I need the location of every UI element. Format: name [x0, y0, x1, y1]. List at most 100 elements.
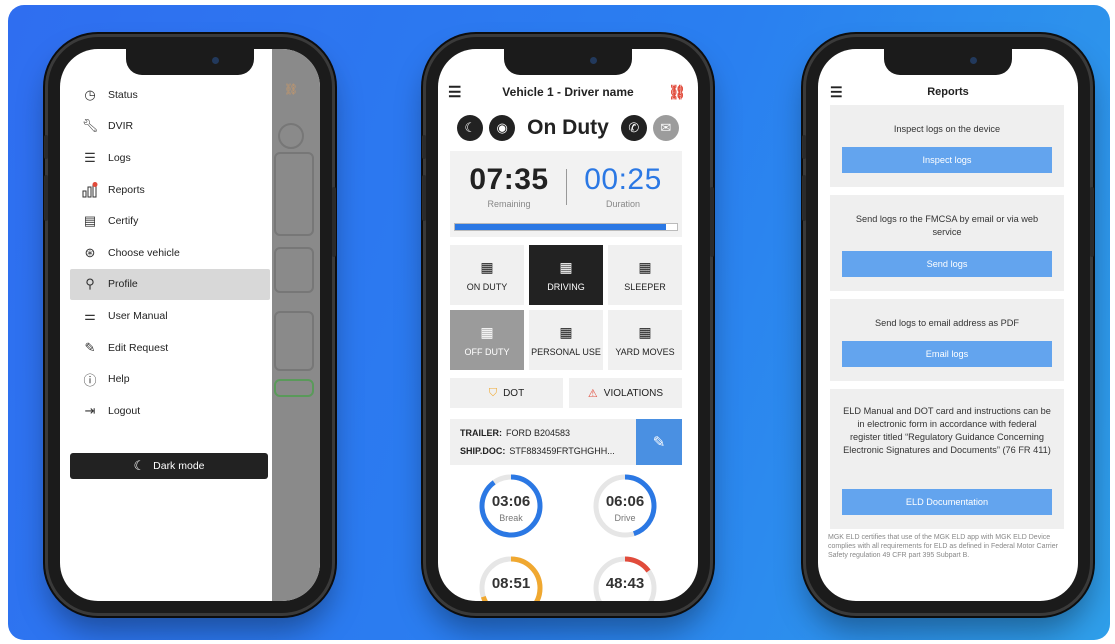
- violations-label: VIOLATIONS: [603, 387, 664, 399]
- drive-time: 06:06: [605, 493, 645, 510]
- phone-button: [710, 187, 714, 257]
- menu-item-profile[interactable]: ⚲ Profile: [70, 268, 270, 301]
- hamburger-menu-icon[interactable]: ☰: [830, 84, 843, 101]
- certification-footer: MGK ELD certifies that use of the MGK EL…: [828, 534, 1058, 559]
- drive-gauge: 06:06 Drive: [592, 473, 658, 539]
- trailer-value: FORD B204583: [506, 428, 571, 438]
- duty-label: PERSONAL USE: [531, 346, 601, 357]
- phone-button: [802, 175, 806, 221]
- dark-mode-label: Dark mode: [153, 460, 205, 472]
- card-text: Send logs ro the FMCSA by email or via w…: [855, 214, 1039, 237]
- connection-link-icon[interactable]: ⛓: [668, 84, 686, 101]
- break-time: 03:06: [491, 493, 531, 510]
- duration-time: 00:25: [584, 163, 662, 196]
- menu-item-certify[interactable]: ▤ Certify: [70, 205, 270, 237]
- phone-call-icon[interactable]: ✆: [620, 115, 647, 141]
- menu-item-logout[interactable]: ⇥ Logout: [70, 395, 270, 427]
- eye-icon[interactable]: ◉: [489, 115, 516, 141]
- duty-on-duty-button[interactable]: ▦ ON DUTY: [450, 245, 524, 305]
- duty-label: YARD MOVES: [615, 346, 675, 357]
- badge-icon: ⛉: [488, 386, 498, 399]
- phone-notch: [884, 49, 1012, 75]
- menu-item-choose-vehicle[interactable]: ⊛ Choose vehicle: [70, 237, 270, 269]
- menu-item-status[interactable]: ◷ Status: [70, 79, 270, 111]
- menu-item-user-manual[interactable]: ⚌ User Manual: [70, 300, 270, 332]
- dimmed-content: [274, 311, 314, 371]
- dot-label: DOT: [503, 387, 525, 399]
- remaining-block: 07:35 Remaining: [454, 163, 564, 209]
- logout-icon: ⇥: [84, 402, 96, 418]
- page-title: Vehicle 1 - Driver name: [502, 85, 634, 99]
- violations-button[interactable]: ⚠ VIOLATIONS: [569, 378, 682, 408]
- dimmed-content: [274, 379, 314, 397]
- duty-sleeper-button[interactable]: ▦ SLEEPER: [608, 245, 682, 305]
- bar-chart-icon: [82, 181, 98, 198]
- phone-button: [422, 135, 426, 159]
- menu-item-label: Help: [108, 373, 130, 386]
- shift-time: 08:51: [491, 575, 531, 592]
- shipdoc-line: SHIP.DOC: STF883459FRTGHGHH...: [460, 446, 615, 456]
- break-label: Break: [499, 513, 523, 523]
- email-logs-button[interactable]: Email logs: [842, 341, 1052, 367]
- eld-documentation-button[interactable]: ELD Documentation: [842, 489, 1052, 515]
- duty-yard-moves-button[interactable]: ▦ YARD MOVES: [608, 310, 682, 370]
- page-title: Reports: [927, 86, 969, 98]
- user-icon: ⚲: [85, 276, 95, 292]
- dimmed-icon: [278, 123, 304, 149]
- dashboard-header: ☰ Vehicle 1 - Driver name ⛓: [438, 81, 698, 103]
- progress-fill: [455, 224, 666, 230]
- phone-dashboard: ☰ Vehicle 1 - Driver name ⛓ ☾ ◉ On Duty …: [422, 37, 714, 613]
- phone-notch: [126, 49, 254, 75]
- menu-item-edit-request[interactable]: ✎ Edit Request: [70, 332, 270, 364]
- cycle-gauge: 48:43: [592, 555, 658, 601]
- cycle-time: 48:43: [605, 575, 645, 592]
- background-overlay[interactable]: ⛓: [272, 49, 320, 601]
- send-logs-button[interactable]: Send logs: [842, 251, 1052, 277]
- warning-icon: ⚠: [587, 387, 598, 400]
- current-duty-status: On Duty: [527, 116, 609, 139]
- duration-label: Duration: [605, 199, 641, 209]
- duty-personal-use-button[interactable]: ▦ PERSONAL USE: [529, 310, 603, 370]
- card-text: ELD Manual and DOT card and instructions…: [843, 406, 1051, 455]
- reports-screen: ☰ Reports Inspect logs on the device Ins…: [818, 49, 1078, 601]
- phone-button: [802, 135, 806, 159]
- shift-gauge: 08:51: [478, 555, 544, 601]
- inspect-logs-button[interactable]: Inspect logs: [842, 147, 1052, 173]
- break-gauge: 03:06 Break: [478, 473, 544, 539]
- hamburger-menu-icon[interactable]: ☰: [448, 83, 461, 101]
- menu-item-logs[interactable]: ☰ Logs: [70, 142, 270, 174]
- calendar-icon: ▦: [559, 258, 573, 275]
- dot-button[interactable]: ⛉ DOT: [450, 378, 563, 408]
- clock-icon: ◷: [84, 86, 96, 102]
- duty-off-duty-button[interactable]: ▦ OFF DUTY: [450, 310, 524, 370]
- inspect-logs-card: Inspect logs on the device Inspect logs: [830, 105, 1064, 187]
- menu-item-help[interactable]: ⓘ Help: [70, 363, 270, 395]
- calendar-icon: ▦: [480, 258, 494, 275]
- list-icon: ☰: [84, 149, 96, 165]
- phone-button: [44, 135, 48, 159]
- duty-label: ON DUTY: [466, 281, 508, 292]
- shipdoc-value: STF883459FRTGHGHH...: [509, 446, 615, 456]
- moon-icon: ☾: [133, 458, 146, 473]
- edit-trailer-button[interactable]: ✎: [636, 419, 682, 465]
- phone-notch: [504, 49, 632, 75]
- menu-item-reports[interactable]: Reports: [70, 174, 270, 206]
- document-icon: ▤: [83, 213, 97, 229]
- timer-panel: 07:35 Remaining 00:25 Duration: [450, 151, 682, 237]
- chat-icon[interactable]: ✉: [652, 115, 679, 141]
- menu-item-label: User Manual: [108, 309, 168, 322]
- trailer-info-card: TRAILER: FORD B204583 SHIP.DOC: STF883459F…: [450, 419, 682, 465]
- menu-item-dvir[interactable]: 🔧︎ DVIR: [70, 111, 270, 143]
- menu-item-label: Profile: [108, 278, 138, 291]
- duty-driving-button[interactable]: ▦ DRIVING: [529, 245, 603, 305]
- calendar-icon: ▦: [638, 258, 652, 275]
- help-icon: ⓘ: [83, 372, 97, 388]
- remaining-label: Remaining: [487, 199, 531, 209]
- trailer-line: TRAILER: FORD B204583: [460, 428, 570, 438]
- calendar-icon: ▦: [559, 323, 573, 340]
- manual-icon: ⚌: [84, 307, 96, 323]
- moon-icon[interactable]: ☾: [457, 115, 484, 141]
- dark-mode-button[interactable]: ☾ Dark mode: [70, 453, 268, 479]
- menu-item-label: DVIR: [108, 120, 134, 133]
- shipdoc-key: SHIP.DOC:: [460, 446, 506, 456]
